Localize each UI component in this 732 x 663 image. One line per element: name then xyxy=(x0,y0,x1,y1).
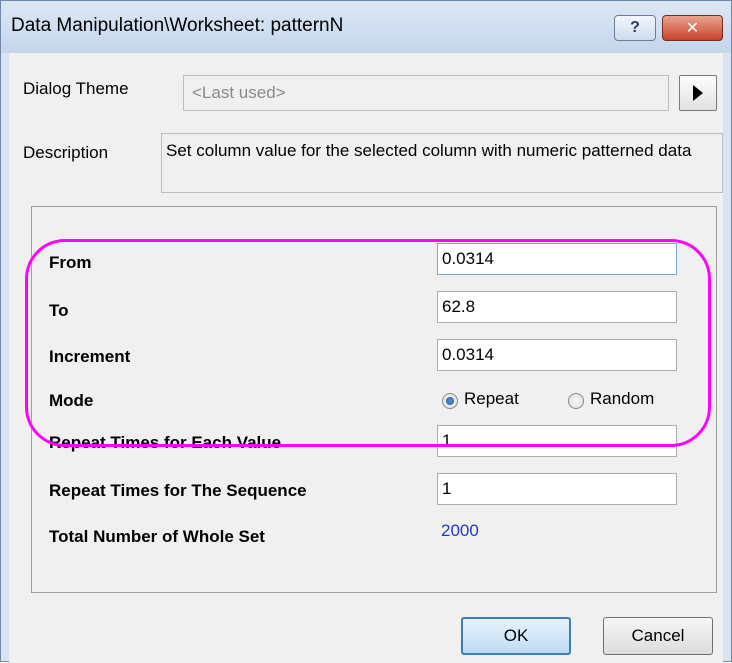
description-label: Description xyxy=(23,143,109,162)
theme-menu-button[interactable] xyxy=(679,75,717,111)
triangle-right-icon xyxy=(693,85,703,101)
title-bar[interactable]: Data Manipulation\Worksheet: patternN ? … xyxy=(1,1,731,53)
repeat-sequence-label: Repeat Times for The Sequence xyxy=(49,481,307,500)
repeat-sequence-input[interactable]: 1 xyxy=(437,473,677,505)
mode-label: Mode xyxy=(49,391,94,410)
total-label: Total Number of Whole Set xyxy=(49,527,265,546)
help-button[interactable]: ? xyxy=(614,15,656,41)
repeat-each-input[interactable]: 1 xyxy=(437,425,677,457)
window-title: Data Manipulation\Worksheet: patternN xyxy=(11,15,344,36)
close-icon: ✕ xyxy=(685,20,700,37)
dialog-body: Dialog Theme <Last used> Description Set… xyxy=(9,53,723,663)
help-icon: ? xyxy=(630,19,640,36)
increment-label: Increment xyxy=(49,347,131,366)
mode-repeat-radio[interactable] xyxy=(442,393,458,409)
to-label: To xyxy=(49,301,69,320)
ok-button[interactable]: OK xyxy=(461,617,571,655)
dialog-window: Data Manipulation\Worksheet: patternN ? … xyxy=(0,0,732,663)
dialog-theme-label: Dialog Theme xyxy=(23,79,129,98)
from-label: From xyxy=(49,253,92,272)
from-input[interactable]: 0.0314 xyxy=(437,243,677,275)
close-button[interactable]: ✕ xyxy=(662,15,723,41)
description-text: Set column value for the selected column… xyxy=(161,133,723,193)
mode-repeat-label[interactable]: Repeat xyxy=(464,389,519,409)
to-input[interactable]: 62.8 xyxy=(437,291,677,323)
total-value: 2000 xyxy=(441,521,479,540)
increment-input[interactable]: 0.0314 xyxy=(437,339,677,371)
mode-random-radio[interactable] xyxy=(568,393,584,409)
mode-random-label[interactable]: Random xyxy=(590,389,654,409)
cancel-button[interactable]: Cancel xyxy=(603,617,713,655)
dialog-theme-field[interactable]: <Last used> xyxy=(183,75,669,111)
repeat-each-label: Repeat Times for Each Value xyxy=(49,433,282,452)
